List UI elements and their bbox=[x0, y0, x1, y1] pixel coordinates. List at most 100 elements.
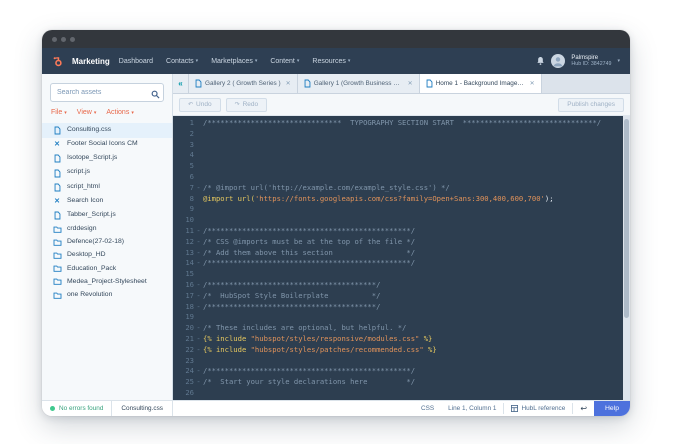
code-line: 15 bbox=[173, 269, 630, 280]
editor-tab[interactable]: Gallery 1 (Growth Business Pack) ✕ bbox=[297, 74, 420, 93]
chevron-down-icon[interactable]: ▾ bbox=[617, 58, 620, 64]
nav-item-content[interactable]: Content ▾ bbox=[270, 58, 299, 65]
close-icon[interactable]: ✕ bbox=[408, 80, 413, 87]
tabs-scroll-left-button[interactable]: « bbox=[173, 74, 189, 93]
editor-scrollbar-thumb[interactable] bbox=[624, 119, 629, 318]
code-line: 17-/* HubSpot Style Boilerplate */ bbox=[173, 291, 630, 302]
file-item[interactable]: one Revolution bbox=[42, 289, 172, 302]
close-icon[interactable]: ✕ bbox=[530, 80, 535, 87]
fold-marker bbox=[194, 161, 203, 172]
keyboard-shortcuts-button[interactable]: ↩ bbox=[573, 401, 594, 416]
line-number: 12 bbox=[185, 236, 194, 246]
open-file-tab-label: Consulting.css bbox=[121, 405, 163, 412]
open-file-tab[interactable]: Consulting.css bbox=[111, 401, 173, 416]
code-text: /***************************************… bbox=[203, 301, 381, 311]
editor-tab[interactable]: Gallery 2 ( Growth Series ) ✕ bbox=[189, 74, 298, 93]
file-item[interactable]: Tabber_Script.js bbox=[42, 208, 172, 223]
line-number: 21 bbox=[185, 333, 194, 343]
notifications-bell-icon[interactable] bbox=[536, 56, 545, 66]
window-zoom-icon[interactable] bbox=[70, 36, 75, 42]
code-line: 2 bbox=[173, 129, 630, 140]
line-number: 10 bbox=[185, 215, 194, 225]
cursor-position-label: Line 1, Column 1 bbox=[448, 405, 497, 412]
code-line: 21- {% include "hubspot/styles/responsive… bbox=[173, 334, 630, 345]
chevron-down-icon: ▾ bbox=[195, 58, 199, 64]
fold-marker bbox=[194, 204, 203, 215]
line-number: 24 bbox=[185, 366, 194, 376]
code-editor[interactable]: 1 /******************************* TYPOGR… bbox=[173, 116, 630, 400]
publish-changes-button[interactable]: Publish changes bbox=[558, 97, 624, 112]
file-icon bbox=[52, 211, 62, 220]
code-line: 22- {% include "hubspot/styles/patches/re… bbox=[173, 345, 630, 356]
finder-sidebar: File▾ View▾ Actions▾ Consulting.css✕Footer… bbox=[42, 74, 173, 400]
brand-label[interactable]: Marketing bbox=[72, 57, 110, 66]
help-button[interactable]: Help bbox=[594, 401, 630, 416]
editor-scrollbar[interactable] bbox=[623, 116, 630, 400]
nav-item-resources[interactable]: Resources ▾ bbox=[312, 58, 350, 65]
avatar[interactable] bbox=[551, 54, 566, 68]
file-item[interactable]: ✕ Footer Social Icons CM bbox=[42, 138, 172, 152]
menu-view[interactable]: View ▾ bbox=[77, 109, 97, 116]
file-item[interactable]: script.js bbox=[42, 166, 172, 181]
tab-label: Gallery 1 (Growth Business Pack) bbox=[313, 80, 403, 87]
file-item[interactable]: Defence(27-02-18) bbox=[42, 236, 172, 249]
fold-marker bbox=[194, 215, 203, 226]
code-text: /* Add them above this section */ bbox=[203, 247, 416, 257]
redo-button[interactable]: ↷ Redo bbox=[225, 97, 268, 112]
fold-marker bbox=[194, 118, 203, 129]
file-item[interactable]: crddesign bbox=[42, 223, 172, 236]
file-item[interactable]: script_html bbox=[42, 180, 172, 195]
reference-grid-icon bbox=[511, 405, 519, 412]
file-item[interactable]: Desktop_HD bbox=[42, 249, 172, 262]
account-hub-id: Hub ID: 3842749 bbox=[571, 61, 612, 67]
nav-item-contacts[interactable]: Contacts ▾ bbox=[166, 58, 198, 65]
menu-file[interactable]: File ▾ bbox=[51, 109, 67, 116]
hubl-reference-button[interactable]: HubL reference bbox=[504, 401, 572, 416]
nav-item-dashboard[interactable]: Dashboard bbox=[119, 58, 153, 65]
search-icon[interactable] bbox=[151, 86, 160, 104]
window-minimize-icon[interactable] bbox=[61, 36, 66, 42]
nav-item-label: Dashboard bbox=[118, 57, 154, 65]
account-info[interactable]: Palmspire Hub ID: 3842749 bbox=[571, 55, 611, 68]
folder-icon bbox=[52, 278, 62, 286]
file-item[interactable]: Isotope_Script.js bbox=[42, 151, 172, 166]
nav-item-marketplaces[interactable]: Marketplaces ▾ bbox=[211, 58, 257, 65]
code-line: 26 bbox=[173, 388, 630, 399]
nav-item-label: Content bbox=[270, 57, 295, 65]
menu-actions[interactable]: Actions ▾ bbox=[106, 109, 133, 116]
code-line: 19 bbox=[173, 312, 630, 323]
code-text: @import url('https://fonts.googleapis.co… bbox=[203, 193, 554, 203]
search-input[interactable] bbox=[50, 83, 164, 102]
code-text: /***************************************… bbox=[203, 258, 416, 268]
undo-button[interactable]: ↶ Undo bbox=[179, 97, 221, 112]
code-line: 16-/************************************… bbox=[173, 280, 630, 291]
file-item[interactable]: ✕ Search Icon bbox=[42, 195, 172, 209]
menu-label: Actions bbox=[106, 109, 130, 116]
line-number: 1 bbox=[189, 118, 194, 127]
code-text: /******************************* TYPOGRA… bbox=[203, 118, 602, 127]
file-item[interactable]: Education_Pack bbox=[42, 262, 172, 275]
tab-strip: « Gallery 2 ( Growth Series ) ✕ Gallery 1 … bbox=[173, 74, 630, 94]
hubspot-sprocket-icon[interactable] bbox=[52, 56, 63, 67]
file-item[interactable]: Medea_Project-Stylesheet bbox=[42, 275, 172, 288]
menu-label: File bbox=[51, 109, 63, 116]
line-number: 11 bbox=[185, 225, 194, 235]
editor-tab[interactable]: Home 1 - Background Image (Gro... ✕ bbox=[419, 74, 542, 93]
line-number: 20 bbox=[185, 323, 194, 333]
code-text: /* CSS @imports must be at the top of th… bbox=[203, 236, 416, 246]
file-item-label: Medea_Project-Stylesheet bbox=[67, 277, 147, 285]
code-text: /* These includes are optional, but help… bbox=[203, 323, 407, 333]
error-status: No errors found bbox=[42, 401, 111, 416]
file-item-label: Desktop_HD bbox=[67, 251, 106, 259]
code-line: 14-/************************************… bbox=[173, 258, 630, 269]
close-icon[interactable]: ✕ bbox=[286, 80, 291, 87]
folder-icon bbox=[52, 226, 62, 233]
window-close-icon[interactable] bbox=[52, 36, 57, 42]
code-line: 6 bbox=[173, 172, 630, 183]
file-item[interactable]: Consulting.css bbox=[42, 123, 172, 138]
